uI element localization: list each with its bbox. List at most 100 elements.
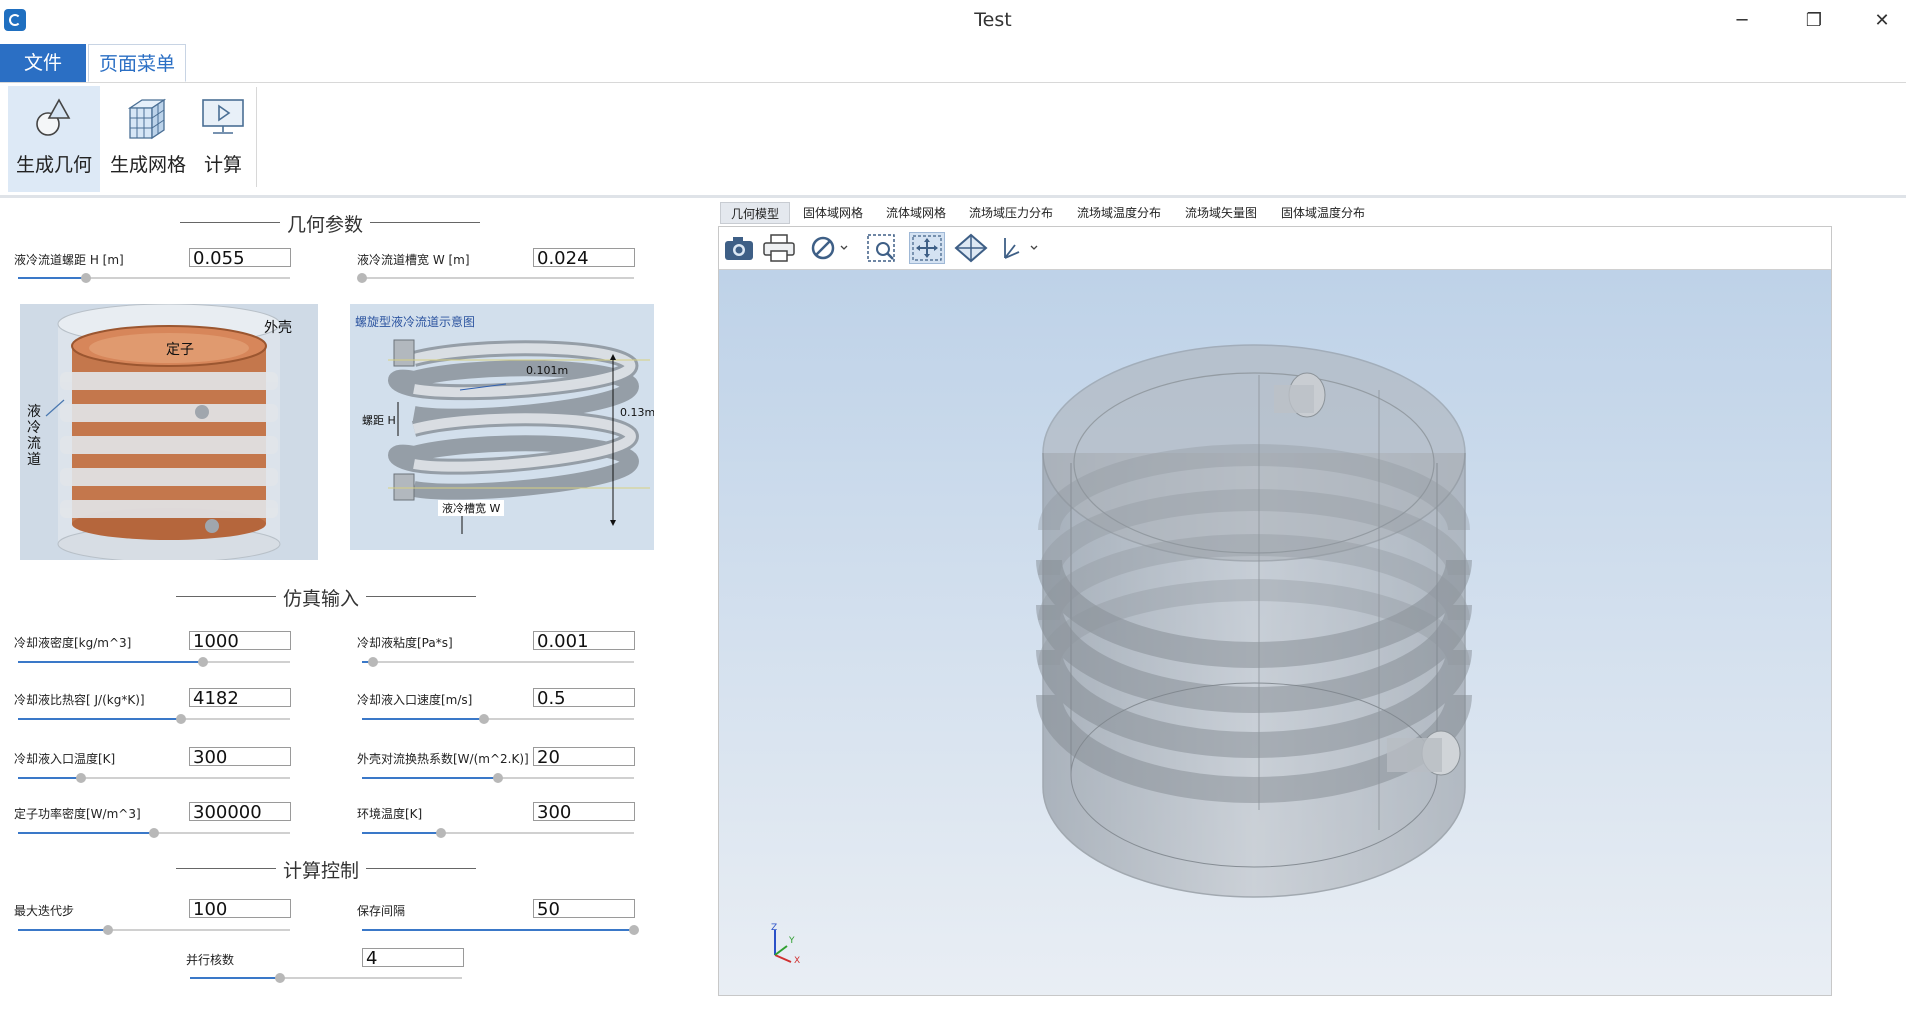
slider-fill	[18, 277, 86, 279]
param-slider[interactable]	[357, 273, 634, 283]
slider-fill	[18, 661, 203, 663]
param-input[interactable]: 50	[533, 899, 635, 919]
menu-file[interactable]: 文件	[0, 44, 86, 82]
param-input[interactable]: 0.001	[533, 631, 635, 651]
menu-page[interactable]: 页面菜单	[88, 44, 186, 82]
close-button[interactable]: ✕	[1854, 4, 1906, 38]
param-input[interactable]: 4	[362, 948, 464, 968]
slider-fill	[362, 832, 441, 834]
param-label: 冷却液密度[kg/m^3]	[14, 636, 132, 650]
tab-fluid-temperature[interactable]: 流场域温度分布	[1074, 202, 1164, 224]
stator-model-image: 外壳 定子 液冷流道	[20, 304, 318, 560]
param-slider[interactable]	[362, 925, 639, 935]
slider-fill	[362, 929, 634, 931]
zoom-window-icon	[867, 234, 895, 262]
param-label: 液冷流道螺距 H [m]	[14, 253, 124, 267]
tab-geometry-model[interactable]: 几何模型	[720, 202, 790, 224]
slider-fill	[18, 929, 108, 931]
param-slider[interactable]	[362, 657, 634, 667]
param-input[interactable]: 300	[533, 802, 635, 822]
param-label: 冷却液入口温度[K]	[14, 752, 116, 766]
slider-thumb[interactable]	[274, 973, 285, 983]
param-label: 定子功率密度[W/m^3]	[14, 807, 141, 821]
zoom-window-button[interactable]	[865, 232, 901, 264]
param-label: 外壳对流换热系数[W/(m^2.K)]	[357, 752, 529, 766]
render-mode-dropdown[interactable]	[807, 232, 853, 264]
slider-thumb[interactable]	[629, 925, 639, 935]
tab-fluid-mesh[interactable]: 流体域网格	[883, 202, 949, 224]
param-input[interactable]: 300000	[189, 802, 291, 822]
3d-viewer: Z Y X	[718, 226, 1832, 996]
tab-vector[interactable]: 流场域矢量图	[1182, 202, 1260, 224]
section-rule	[366, 596, 476, 597]
tab-solid-temperature[interactable]: 固体域温度分布	[1278, 202, 1368, 224]
tab-pressure[interactable]: 流场域压力分布	[966, 202, 1056, 224]
generate-mesh-label: 生成网格	[109, 154, 186, 176]
print-button[interactable]	[761, 232, 797, 264]
param-slider[interactable]	[18, 273, 290, 283]
generate-mesh-button[interactable]: 生成网格	[104, 86, 192, 192]
slider-thumb[interactable]	[81, 273, 91, 283]
slider-thumb[interactable]	[493, 773, 503, 783]
param-slider[interactable]	[18, 925, 290, 935]
param-label: 冷却液比热容[ J/(kg*K)]	[14, 693, 145, 707]
slider-fill	[362, 718, 485, 720]
schematic-title: 螺旋型液冷流道示意图	[355, 315, 476, 329]
param-slider[interactable]	[18, 657, 290, 667]
slider-thumb[interactable]	[102, 925, 113, 935]
fit-view-button[interactable]	[953, 232, 989, 264]
param-input[interactable]: 4182	[189, 688, 291, 708]
param-input[interactable]: 1000	[189, 631, 291, 651]
param-slider[interactable]	[18, 773, 290, 783]
minimize-button[interactable]: ─	[1714, 4, 1770, 38]
ribbon: 生成几何 生成网格 计算	[0, 83, 1906, 198]
spiral-channel-image: 螺旋型液冷流道示意图 0.101m 0.13m 螺距 H 液冷槽宽 W	[350, 304, 654, 550]
param-slider[interactable]	[18, 714, 290, 724]
slider-thumb[interactable]	[435, 828, 446, 838]
menu-bar: 文件 页面菜单	[0, 44, 1906, 83]
printer-icon	[763, 234, 795, 262]
section-rule	[370, 222, 480, 223]
param-label: 最大迭代步	[14, 904, 75, 918]
slider-thumb[interactable]	[197, 657, 208, 667]
param-input[interactable]: 0.5	[533, 688, 635, 708]
axis-view-dropdown[interactable]	[997, 232, 1041, 264]
camera-button[interactable]	[721, 232, 757, 264]
slider-thumb[interactable]	[357, 273, 367, 283]
param-label: 液冷流道槽宽 W [m]	[357, 253, 470, 267]
section-title-sim: 仿真输入	[282, 588, 359, 610]
maximize-button[interactable]: ❐	[1786, 4, 1842, 38]
slider-thumb[interactable]	[367, 657, 378, 667]
parameter-panel: 几何参数 液冷流道螺距 H [m] 0.055 液冷流道槽宽 W [m] 0.0…	[0, 198, 710, 1013]
param-slider[interactable]	[18, 828, 290, 838]
axis-y-label: Y	[789, 936, 795, 946]
slider-thumb[interactable]	[176, 714, 187, 724]
param-input[interactable]: 0.055	[189, 248, 291, 268]
slider-thumb[interactable]	[75, 773, 86, 783]
param-input[interactable]: 0.024	[533, 248, 635, 268]
tab-solid-mesh[interactable]: 固体域网格	[800, 202, 866, 224]
pan-button[interactable]	[909, 232, 945, 264]
param-input[interactable]: 100	[189, 899, 291, 919]
model-render	[774, 344, 1472, 963]
param-input[interactable]: 20	[533, 747, 635, 767]
compute-label: 计算	[203, 154, 242, 176]
generate-geometry-button[interactable]: 生成几何	[8, 86, 100, 192]
param-slider[interactable]	[362, 773, 634, 783]
param-slider[interactable]	[362, 828, 634, 838]
label-channel: 液冷流道	[27, 404, 41, 468]
3d-viewport[interactable]: Z Y X	[719, 270, 1831, 995]
param-slider[interactable]	[190, 973, 462, 983]
section-title-calc: 计算控制	[282, 860, 359, 882]
window-title: Test	[974, 9, 1012, 31]
label-stator: 定子	[166, 342, 194, 358]
slider-thumb[interactable]	[149, 828, 159, 838]
slider-thumb[interactable]	[479, 714, 490, 724]
label-shell: 外壳	[264, 320, 292, 336]
param-input[interactable]: 300	[189, 747, 291, 767]
monitor-play-icon	[202, 99, 244, 134]
axis-z-label: Z	[771, 923, 778, 933]
param-slider[interactable]	[362, 714, 634, 724]
compute-button[interactable]: 计算	[196, 86, 250, 192]
title-bar: Test ─ ❐ ✕	[0, 0, 1906, 42]
